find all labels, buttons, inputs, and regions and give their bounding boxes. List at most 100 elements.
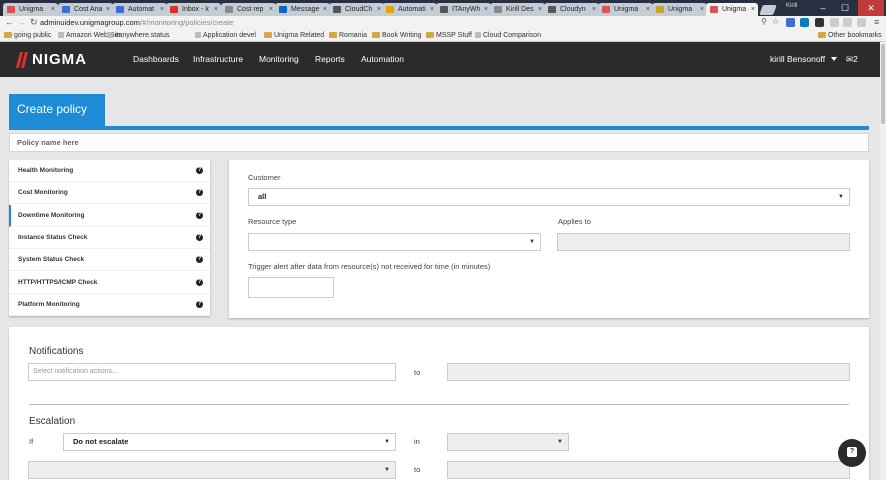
sidebar-item-health-monitoring[interactable]: Health Monitoring? — [9, 160, 210, 182]
extension-icon[interactable] — [830, 18, 839, 27]
user-menu[interactable]: kirill Bensonoff — [770, 42, 838, 77]
sidebar-item-system-status-check[interactable]: System Status Check? — [9, 249, 210, 272]
sidebar-item-downtime-monitoring[interactable]: Downtime Monitoring? — [9, 204, 210, 227]
escalate-select[interactable]: Do not escalate ▼ — [63, 433, 396, 451]
browser-tab[interactable]: Cost Ana × — [58, 3, 113, 16]
close-tab-icon[interactable]: × — [106, 3, 110, 16]
window-profile-name[interactable]: Kirill — [786, 3, 797, 9]
sidebar-item-instance-status-check[interactable]: Instance Status Check? — [9, 227, 210, 249]
close-tab-icon[interactable]: × — [214, 3, 218, 16]
browser-tab[interactable]: Cost rep × — [221, 3, 276, 16]
bookmark-label: Cloud Comparison — [483, 32, 541, 39]
sidebar-item-cost-monitoring[interactable]: Cost Monitoring? — [9, 182, 210, 205]
maximize-icon[interactable]: ☐ — [834, 0, 856, 16]
browser-tab[interactable]: Automat × — [112, 3, 167, 16]
browser-tab[interactable]: Automati × — [382, 3, 437, 16]
bookmark-label: MSSP Stuff — [436, 32, 472, 39]
sidebar-item-label: Instance Status Check — [18, 233, 88, 241]
help-icon[interactable]: ? — [196, 211, 203, 219]
browser-tab[interactable]: ITAnyWh × — [436, 3, 491, 16]
close-tab-icon[interactable]: × — [430, 3, 434, 16]
nav-reports[interactable]: Reports — [315, 42, 345, 77]
help-icon[interactable]: ? — [196, 233, 203, 241]
back-icon[interactable]: ← — [5, 17, 14, 27]
escalation-action-select[interactable]: ▼ — [28, 461, 396, 479]
extension-icon[interactable] — [786, 18, 795, 27]
browser-tab[interactable]: Inbox - k × — [166, 3, 221, 16]
tab-title: CloudCh — [345, 6, 373, 13]
sidebar-item-http-https-icmp-check[interactable]: HTTP/HTTPS/ICMP Check? — [9, 272, 210, 294]
bookmark-item[interactable]: itanywhere.status — [107, 31, 169, 41]
extension-icon[interactable] — [815, 18, 824, 27]
extension-icon[interactable] — [857, 18, 866, 27]
browser-tab[interactable]: CloudCh × — [329, 3, 384, 16]
chevron-down-icon: ▼ — [384, 439, 390, 445]
menu-icon[interactable]: ≡ — [874, 17, 879, 27]
tab-favicon-icon — [225, 6, 233, 13]
trigger-minutes-input[interactable] — [248, 277, 334, 298]
bookmark-item[interactable]: Application devel — [195, 31, 256, 41]
help-icon[interactable]: ? — [196, 278, 203, 286]
browser-tab[interactable]: Message × — [275, 3, 330, 16]
applies-to-label: Applies to — [558, 217, 591, 226]
help-icon[interactable]: ? — [196, 256, 203, 264]
close-tab-icon[interactable]: × — [646, 3, 650, 16]
help-icon[interactable]: ? — [196, 300, 203, 308]
help-icon[interactable]: ? — [196, 189, 203, 197]
bookmark-star-icon[interactable]: ☆ — [772, 17, 779, 26]
close-tab-icon[interactable]: × — [51, 3, 55, 16]
forward-icon[interactable]: → — [17, 17, 26, 27]
chevron-down-icon — [831, 57, 838, 61]
minimize-icon[interactable]: – — [812, 0, 834, 16]
other-bookmarks-label: Other bookmarks — [828, 32, 882, 39]
nav-automation[interactable]: Automation — [361, 42, 404, 77]
folder-icon — [372, 32, 380, 38]
zoom-icon[interactable]: ⚲ — [761, 17, 767, 26]
policy-name-input[interactable]: Policy name here — [9, 133, 869, 152]
page-icon — [195, 32, 201, 38]
help-icon[interactable]: ? — [196, 167, 203, 174]
bookmark-item[interactable]: MSSP Stuff — [426, 31, 472, 41]
close-tab-icon[interactable]: × — [592, 3, 596, 16]
chat-button[interactable]: ? — [838, 439, 866, 467]
escalate-in-select[interactable]: ▼ — [447, 433, 569, 451]
browser-tab[interactable]: Unigma × — [598, 3, 653, 16]
customer-select[interactable]: all ▼ — [248, 188, 850, 206]
scrollbar-thumb[interactable] — [881, 44, 885, 124]
browser-tab[interactable]: Unigma × — [652, 3, 707, 16]
bookmark-item[interactable]: Unigma Related — [264, 31, 324, 41]
browser-tab[interactable]: Unigma × — [3, 3, 58, 16]
close-tab-icon[interactable]: × — [538, 3, 542, 16]
bookmark-item[interactable]: Romania — [329, 31, 367, 41]
folder-icon — [4, 32, 12, 38]
browser-tab[interactable]: Kirill Des × — [490, 3, 545, 16]
browser-tab[interactable]: Cloudyn × — [544, 3, 599, 16]
nav-monitoring[interactable]: Monitoring — [259, 42, 299, 77]
close-tab-icon[interactable]: × — [323, 3, 327, 16]
nav-infrastructure[interactable]: Infrastructure — [193, 42, 243, 77]
sidebar-item-platform-monitoring[interactable]: Platform Monitoring? — [9, 294, 210, 316]
browser-tab[interactable]: Unigma × — [706, 3, 758, 16]
extension-icon[interactable] — [800, 18, 809, 27]
close-tab-icon[interactable]: × — [269, 3, 273, 16]
bookmark-item[interactable]: Book Writing — [372, 31, 422, 41]
bookmark-item[interactable]: Cloud Comparison — [475, 31, 541, 41]
close-tab-icon[interactable]: × — [160, 3, 164, 16]
bookmark-item[interactable]: going public — [4, 31, 51, 41]
close-tab-icon[interactable]: × — [377, 3, 381, 16]
close-tab-icon[interactable]: × — [751, 3, 755, 16]
nav-dashboards[interactable]: Dashboards — [133, 42, 179, 77]
mail-button[interactable]: ✉2 — [846, 54, 858, 65]
new-tab-button[interactable] — [759, 5, 777, 15]
tab-title: Cost rep — [237, 6, 264, 13]
notification-actions-input[interactable]: Select notification actions... — [28, 363, 396, 381]
extension-icon[interactable] — [843, 18, 852, 27]
close-tab-icon[interactable]: × — [700, 3, 704, 16]
resource-type-select[interactable]: ▼ — [248, 233, 541, 251]
chevron-down-icon: ▼ — [838, 194, 844, 200]
other-bookmarks[interactable]: Other bookmarks — [818, 31, 882, 41]
reload-icon[interactable]: ↻ — [30, 17, 38, 28]
url-field[interactable]: adminuidev.unigmagroup.com/#/monitoring/… — [40, 17, 755, 29]
close-tab-icon[interactable]: × — [484, 3, 488, 16]
close-window-icon[interactable]: ✕ — [858, 0, 884, 16]
